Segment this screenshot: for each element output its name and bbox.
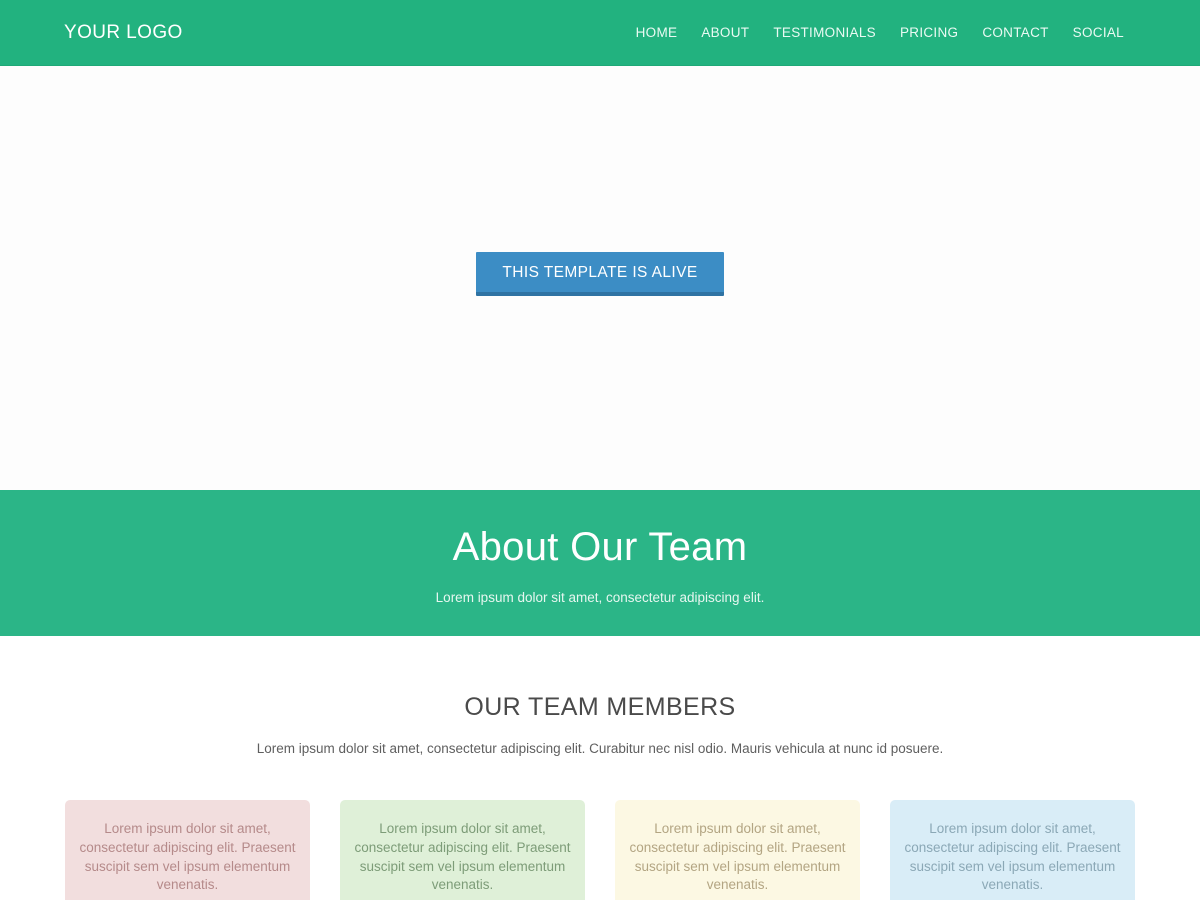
nav-item-social: SOCIAL	[1061, 26, 1136, 40]
site-header: YOUR LOGO HOME ABOUT TESTIMONIALS PRICIN…	[0, 0, 1200, 66]
nav-item-about: ABOUT	[689, 26, 761, 40]
team-card[interactable]: Lorem ipsum dolor sit amet, consectetur …	[340, 799, 585, 900]
team-card[interactable]: Lorem ipsum dolor sit amet, consectetur …	[890, 799, 1135, 900]
team-section-title: OUR TEAM MEMBERS	[464, 693, 736, 721]
team-card[interactable]: Lorem ipsum dolor sit amet, consectetur …	[615, 799, 860, 900]
nav-link-home[interactable]: HOME	[624, 26, 690, 40]
main-navigation: HOME ABOUT TESTIMONIALS PRICING CONTACT …	[624, 26, 1136, 40]
team-section-description: Lorem ipsum dolor sit amet, consectetur …	[256, 740, 944, 756]
team-card[interactable]: Lorem ipsum dolor sit amet, consectetur …	[65, 799, 310, 900]
nav-item-contact: CONTACT	[970, 26, 1060, 40]
hero-section: THIS TEMPLATE IS ALIVE	[0, 66, 1200, 490]
about-banner: About Our Team Lorem ipsum dolor sit ame…	[0, 490, 1200, 636]
hero-content: THIS TEMPLATE IS ALIVE	[0, 251, 1200, 305]
nav-link-about[interactable]: ABOUT	[689, 26, 761, 40]
nav-link-social[interactable]: SOCIAL	[1061, 26, 1136, 40]
banner-subtitle: Lorem ipsum dolor sit amet, consectetur …	[435, 590, 765, 606]
nav-link-contact[interactable]: CONTACT	[970, 26, 1060, 40]
cta-button[interactable]: THIS TEMPLATE IS ALIVE	[476, 251, 724, 297]
banner-title: About Our Team	[452, 525, 748, 570]
brand-logo[interactable]: YOUR LOGO	[64, 23, 183, 42]
nav-link-pricing[interactable]: PRICING	[888, 26, 970, 40]
nav-list: HOME ABOUT TESTIMONIALS PRICING CONTACT …	[624, 26, 1136, 40]
nav-item-testimonials: TESTIMONIALS	[761, 26, 888, 40]
nav-item-pricing: PRICING	[888, 26, 970, 40]
team-section: OUR TEAM MEMBERS Lorem ipsum dolor sit a…	[0, 636, 1200, 900]
nav-item-home: HOME	[624, 26, 690, 40]
nav-link-testimonials[interactable]: TESTIMONIALS	[761, 26, 888, 40]
team-cards-row: Lorem ipsum dolor sit amet, consectetur …	[0, 799, 1200, 900]
